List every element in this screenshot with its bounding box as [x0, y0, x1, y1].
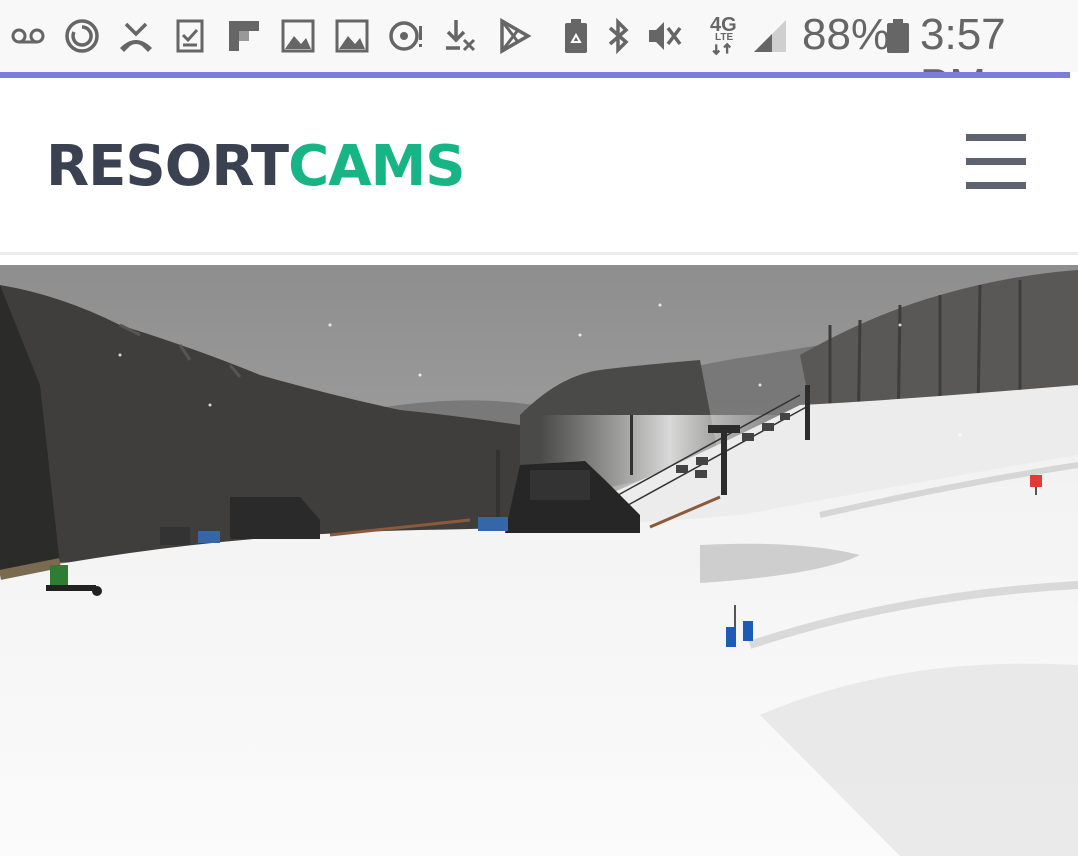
vibrate-off-icon	[644, 16, 684, 56]
task-icon	[170, 16, 210, 56]
voicemail-icon	[8, 16, 48, 56]
download-cancel-icon	[440, 16, 480, 56]
flipboard-icon	[224, 16, 264, 56]
logo-part-cams: CAMS	[288, 134, 465, 199]
image-icon	[332, 16, 372, 56]
sync-alert-icon	[386, 16, 426, 56]
missed-call-icon	[116, 16, 156, 56]
status-bar: 4G LTE 88% 3:57 PM	[0, 0, 1078, 109]
battery-icon	[878, 16, 918, 56]
bluetooth-icon	[598, 16, 638, 56]
hamburger-menu-icon[interactable]	[960, 130, 1030, 190]
lte-icon: 4G LTE	[706, 14, 742, 58]
battery-recycle-icon	[556, 16, 596, 56]
ski-slope-webcam-image	[0, 265, 1078, 856]
site-header: RESORTCAMS	[0, 78, 1078, 255]
battery-percent-text: 88%	[802, 10, 891, 59]
sync-icon	[62, 16, 102, 56]
play-store-icon	[494, 16, 534, 56]
logo-part-resort: RESORT	[46, 134, 289, 199]
resortcams-logo[interactable]: RESORTCAMS	[46, 134, 466, 199]
image-icon	[278, 16, 318, 56]
signal-icon	[750, 16, 790, 56]
